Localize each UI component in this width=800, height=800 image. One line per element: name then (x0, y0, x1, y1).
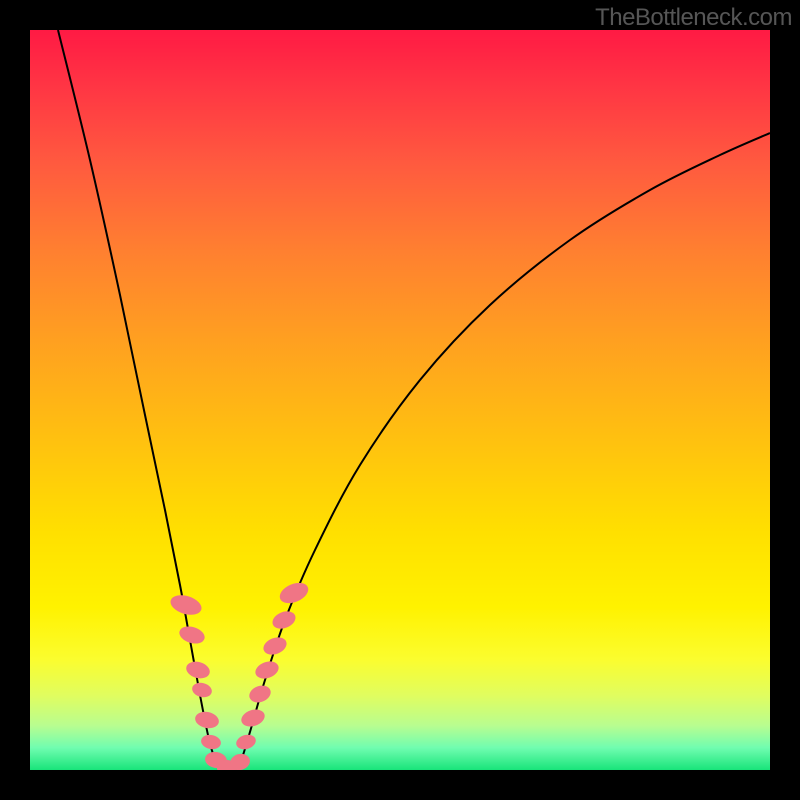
chart-marker (261, 634, 289, 658)
chart-marker (277, 579, 312, 607)
chart-marker (253, 658, 281, 681)
chart-marker (247, 683, 273, 706)
chart-marker (200, 733, 222, 751)
chart-marker (270, 608, 298, 632)
chart-marker (228, 752, 251, 770)
chart-marker (191, 681, 214, 699)
left-curve (58, 30, 220, 770)
chart-overlay (30, 30, 770, 770)
chart-marker (239, 707, 267, 730)
chart-marker (234, 732, 257, 751)
watermark-text: TheBottleneck.com (595, 4, 792, 32)
chart-marker (177, 624, 207, 647)
right-curve (238, 133, 770, 770)
chart-marker (194, 710, 221, 731)
chart-marker (184, 659, 211, 681)
chart-area (30, 30, 770, 770)
